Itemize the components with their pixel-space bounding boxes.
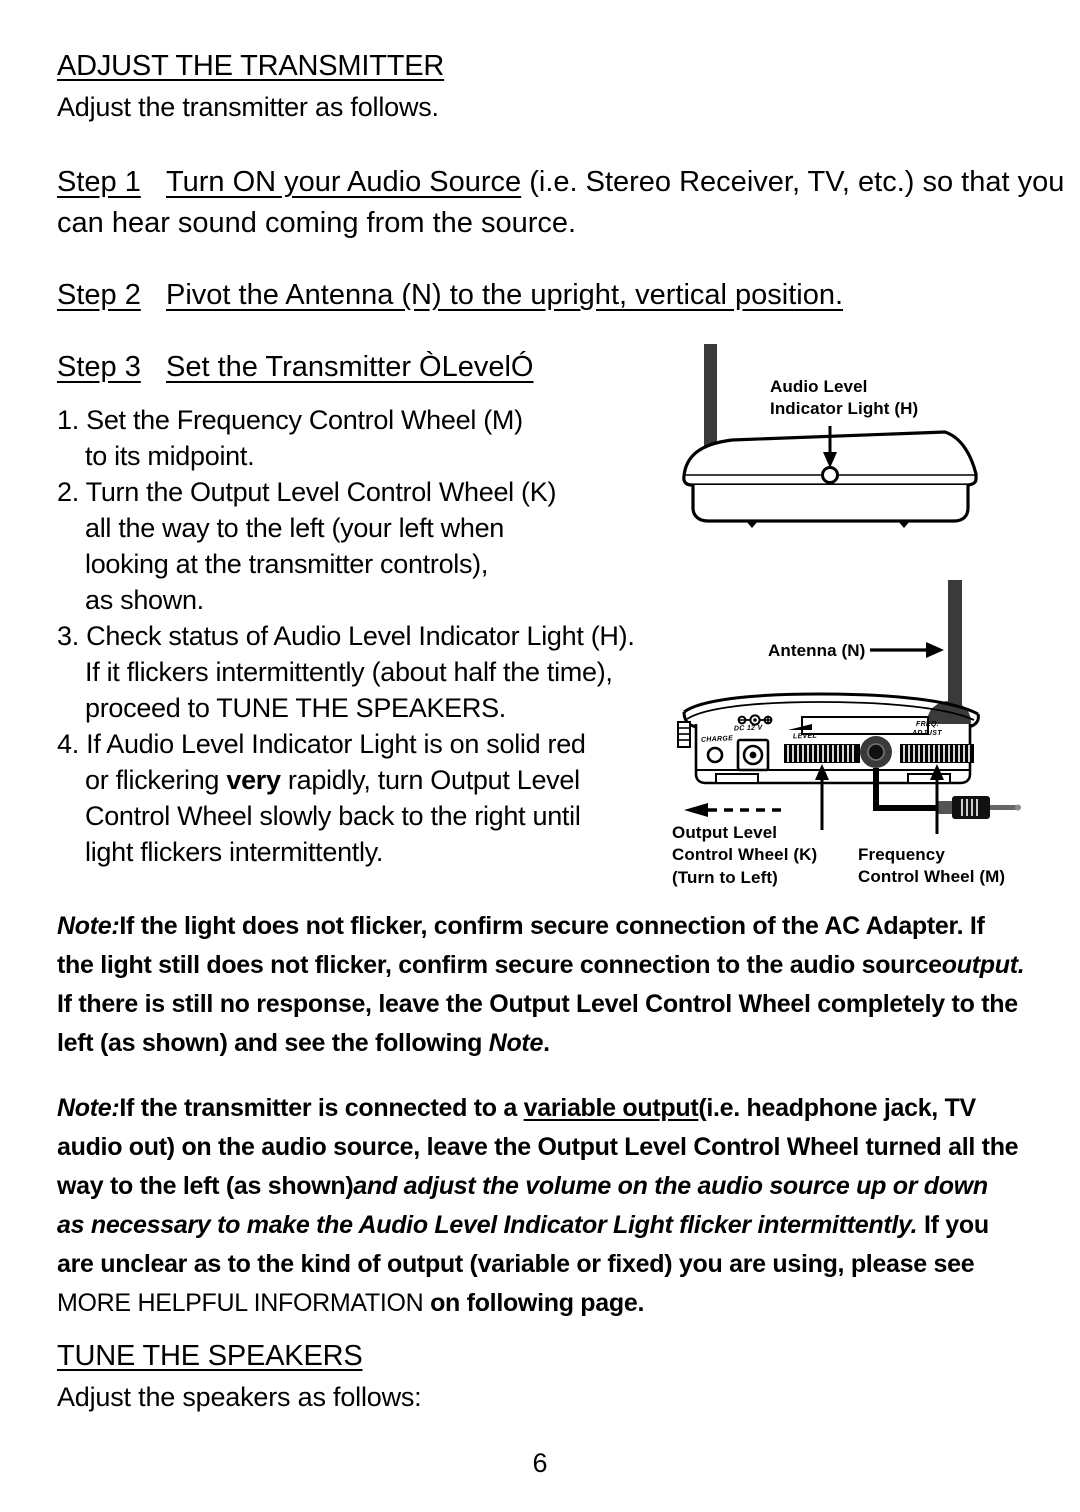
- page-number: 6: [532, 1448, 548, 1478]
- list-item-4-line-3: Control Wheel slowly back to the right u…: [85, 801, 581, 831]
- list-item-2-line-1: 2. Turn the Output Level Control Wheel (…: [57, 477, 557, 507]
- note-2-text-1-post: (i.e. headphone jack, TV: [698, 1094, 976, 1122]
- list-item-2-line-3: looking at the transmitter controls),: [85, 549, 489, 579]
- note-1-text-4: left (as shown) and see the following: [57, 1029, 489, 1057]
- step-3-underlined: Set the Transmitter ÒLevelÓ: [166, 351, 534, 383]
- note-2-text-4-post: If you: [917, 1211, 989, 1239]
- note-2-line-2: audio out) on the audio source, leave th…: [57, 1133, 1019, 1161]
- note-1-line-2: the light still does not flicker, confir…: [57, 951, 1025, 980]
- list-item-4-pre: or flickering: [85, 765, 227, 795]
- note-2-text-1: If the transmitter is connected to a: [119, 1094, 524, 1122]
- page-title: ADJUST THE TRANSMITTER: [57, 50, 445, 82]
- panel-label-dc: DC 12 V: [733, 724, 763, 733]
- panel-label-freq-line1: FREQ.: [916, 721, 939, 728]
- step-2-underlined: Pivot the Antenna (N) to the upright, ve…: [166, 279, 844, 311]
- note-1-text-2: the light still does not flicker, confir…: [57, 951, 942, 979]
- list-item-4-line-1: 4. If Audio Level Indicator Light is on …: [57, 729, 586, 759]
- transmitter-base: [691, 485, 970, 523]
- list-item-3-line-3: proceed to TUNE THE SPEAKERS.: [85, 693, 506, 723]
- label-frequency-control-wheel: Frequency Control Wheel (M): [858, 844, 1005, 889]
- step-1-rest: (i.e. Stereo Receiver, TV, etc.) so that…: [521, 166, 1065, 198]
- note-2-label: Note:: [57, 1094, 120, 1122]
- manual-page: ADJUST THE TRANSMITTER Adjust the transm…: [0, 0, 1080, 1512]
- section-2-title: TUNE THE SPEAKERS: [57, 1340, 363, 1372]
- note-1-text-1: If the light does not flicker, confirm s…: [119, 912, 985, 940]
- note-2-text-3: way to the left (as shown): [57, 1172, 354, 1200]
- step-2-label: Step 2: [57, 279, 141, 311]
- callout-line-2: Indicator Light (H): [770, 399, 919, 419]
- frequency-label-line-2: Control Wheel (M): [858, 867, 1006, 887]
- callout-audio-level-indicator: Audio Level Indicator Light (H): [770, 376, 918, 421]
- figure-transmitter-front: Audio Level Indicator Light (H): [660, 338, 1060, 568]
- foot-left-icon: [746, 521, 758, 528]
- foot-right-icon: [898, 521, 910, 528]
- list-item-4-emphasis: very: [226, 765, 281, 795]
- left-arrow-icon: [684, 803, 708, 817]
- list-item-2-line-2: all the way to the left (your left when: [85, 513, 505, 543]
- list-item-3-line-1: 3. Check status of Audio Level Indicator…: [57, 621, 635, 651]
- note-1-line-3: If there is still no response, leave the…: [57, 990, 1018, 1018]
- list-item-4-line-4: light flickers intermittently.: [85, 837, 384, 867]
- output-label-line-2: Control Wheel (K): [672, 845, 818, 865]
- frequency-label-line-1: Frequency: [858, 845, 945, 864]
- note-2-text-6-bold: on following page.: [423, 1289, 645, 1317]
- more-helpful-information-ref: MORE HELPFUL INFORMATION: [57, 1289, 424, 1317]
- frequency-control-wheel-icon[interactable]: [900, 744, 974, 763]
- plug-collar-icon: [938, 801, 952, 814]
- step-3-label: Step 3: [57, 351, 141, 383]
- note-2-line-1: Note:If the transmitter is connected to …: [57, 1094, 976, 1123]
- charge-indicator-icon: [706, 746, 724, 764]
- step-1-label: Step 1: [57, 166, 141, 198]
- plug-tip-icon: [990, 805, 1016, 810]
- label-output-level-control-wheel: Output Level Control Wheel (K) (Turn to …: [672, 822, 817, 889]
- callout-line-1: Audio Level: [770, 377, 868, 396]
- note-1-italic-note: Note: [488, 1029, 544, 1057]
- output-label-line-1: Output Level: [672, 823, 778, 842]
- note-2-underlined-variable-output: variable output: [523, 1094, 699, 1122]
- list-item-2-line-4: as shown.: [85, 585, 204, 615]
- step-1-line2: can hear sound coming from the source.: [57, 207, 577, 239]
- plug-body-icon: [952, 796, 990, 819]
- note-2-line-6: MORE HELPFUL INFORMATION on following pa…: [57, 1289, 644, 1318]
- step-2-text: Pivot the Antenna (N) to the upright, ve…: [166, 279, 843, 312]
- panel-label-level: LEVEL: [792, 732, 818, 741]
- antenna-icon: [704, 344, 717, 452]
- section-intro-text: Adjust the transmitter as follows.: [57, 92, 439, 122]
- step-1-text: Turn ON your Audio Source (i.e. Stereo R…: [166, 166, 1064, 199]
- rear-foot-right-icon: [907, 773, 951, 784]
- list-item-1-line-1: 1. Set the Frequency Control Wheel (M): [57, 405, 523, 435]
- label-antenna: Antenna (N): [768, 641, 866, 660]
- note-1-label: Note:: [57, 912, 120, 940]
- note-2-line-3: way to the left (as shown)and adjust the…: [57, 1172, 988, 1201]
- figure-transmitter-rear: CHARGE DC 12 V LEVEL FREQ. ADJUST Antenn…: [660, 572, 1060, 887]
- note-2-italic-3: and adjust the volume on the audio sourc…: [353, 1172, 988, 1200]
- note-1-line-4: left (as shown) and see the following No…: [57, 1029, 550, 1058]
- list-item-4-line-2: or flickering very rapidly, turn Output …: [85, 765, 580, 796]
- note-1-text-4-post: .: [543, 1029, 550, 1057]
- panel-label-freq-line2: ADJUST: [912, 730, 942, 737]
- list-item-3-line-2: If it flickers intermittently (about hal…: [85, 657, 613, 687]
- indicator-light-icon: [821, 466, 839, 484]
- output-label-line-3: (Turn to Left): [672, 867, 778, 887]
- step-3-text: Set the Transmitter ÒLevelÓ: [166, 351, 533, 384]
- note-2-italic-4: as necessary to make the Audio Level Ind…: [57, 1211, 918, 1239]
- note-1-italic-output: output.: [941, 951, 1025, 979]
- note-2-line-4: as necessary to make the Audio Level Ind…: [57, 1211, 989, 1240]
- note-1-line-1: Note:If the light does not flicker, conf…: [57, 912, 985, 941]
- output-level-control-wheel-icon[interactable]: [784, 744, 860, 763]
- note-2-line-5: are unclear as to the kind of output (va…: [57, 1250, 975, 1278]
- antenna-rod-icon: [948, 580, 962, 712]
- panel-recess: [801, 716, 929, 735]
- section-2-intro-text: Adjust the speakers as follows:: [57, 1382, 422, 1412]
- right-arrow-icon: [926, 642, 944, 658]
- list-item-1-line-2: to its midpoint.: [85, 441, 255, 471]
- step-1-underlined: Turn ON your Audio Source: [166, 166, 522, 198]
- list-item-4-post: rapidly, turn Output Level: [280, 765, 580, 795]
- rear-foot-left-icon: [715, 773, 759, 784]
